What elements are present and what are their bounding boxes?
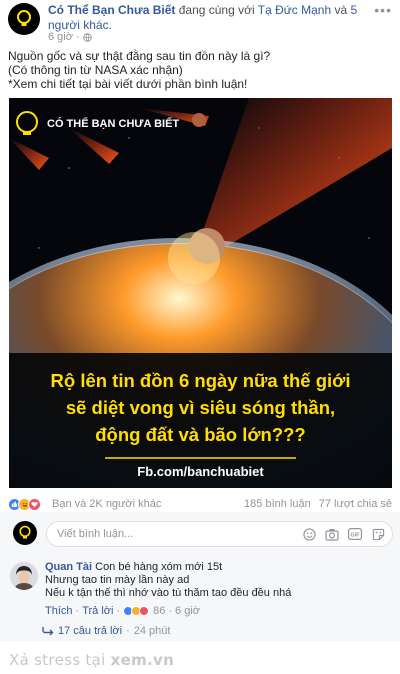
post-header-text: Có Thể Bạn Chưa Biết đang cùng với Tạ Đứ… — [48, 3, 370, 33]
comment-actions: Thích · Trả lời · 86 · 6 giờ — [45, 605, 200, 617]
person-photo-icon — [10, 562, 38, 590]
post-meta: 6 giờ · — [48, 31, 92, 43]
love-icon — [139, 606, 150, 616]
watermark: Xả stress tại xem.vn — [0, 646, 400, 674]
image-headline-line: Rộ lên tin đồn 6 ngày nữa thế giới — [51, 370, 351, 391]
replies-count[interactable]: 17 câu trả lời — [58, 625, 122, 637]
meteor-earth-illustration: CÓ THỂ BẠN CHƯA BIẾT Rộ lên tin đồn 6 ng… — [9, 98, 392, 488]
tagged-person-link[interactable]: Tạ Đức Mạnh — [258, 3, 331, 17]
watermark-text: Xả stress tại xem.vn — [9, 651, 174, 669]
view-replies-link[interactable]: 17 câu trả lời · 24 phút — [42, 625, 170, 637]
post-time[interactable]: 6 giờ — [48, 31, 73, 43]
camera-icon[interactable] — [324, 526, 340, 542]
comment-reply-button[interactable]: Trả lời — [82, 605, 113, 617]
image-headline-line: động đất và bão lớn??? — [95, 424, 305, 445]
post-text: Nguồn gốc và sự thật đằng sau tin đồn nà… — [8, 49, 393, 91]
post-stats: 185 bình luận 77 lượt chia sẻ — [244, 498, 392, 510]
image-headline-line: sẽ diệt vong vì siêu sóng thần, — [66, 397, 335, 418]
post-text-line: Nguồn gốc và sự thật đằng sau tin đồn nà… — [8, 49, 271, 63]
comment-reaction-count[interactable]: 86 — [153, 605, 165, 617]
comment-input[interactable]: Viết bình luận... GIF — [46, 521, 393, 547]
comments-count-link[interactable]: 185 bình luận — [244, 498, 311, 510]
gif-icon[interactable]: GIF — [347, 526, 363, 542]
svg-text:GIF: GIF — [350, 532, 360, 538]
sticker-icon[interactable] — [370, 526, 386, 542]
page-avatar[interactable] — [8, 3, 40, 35]
emoji-icon[interactable] — [301, 526, 317, 542]
page-name-link[interactable]: Có Thể Bạn Chưa Biết — [48, 3, 175, 17]
reaction-icons[interactable] — [8, 498, 41, 511]
composer-icons: GIF — [301, 526, 386, 542]
watermark-site: xem.vn — [110, 651, 175, 669]
lightbulb-icon — [19, 525, 31, 539]
comment-text-line: Nếu k tận thế thì nhớ vào tù thăm tao đề… — [45, 587, 292, 599]
comment-body: Quan Tài Con bé hàng xóm mới 15t Nhưng t… — [45, 561, 390, 600]
image-url-text: Fb.com/banchuabiet — [137, 464, 264, 479]
commenter-name-link[interactable]: Quan Tài — [45, 561, 92, 573]
with-text: đang cùng với — [178, 3, 255, 17]
love-icon — [28, 498, 41, 511]
image-brand-text: CÓ THỂ BẠN CHƯA BIẾT — [47, 117, 179, 130]
comment-time[interactable]: 6 giờ — [175, 605, 200, 617]
current-user-avatar[interactable] — [13, 521, 37, 545]
comment-section: Viết bình luận... GIF Quan Tài Con bé hà… — [0, 512, 400, 642]
comment-text-line: Nhưng tao tin mày lần này ad — [45, 574, 190, 586]
post-header: Có Thể Bạn Chưa Biết đang cùng với Tạ Đứ… — [0, 0, 400, 46]
comment-text-line: Con bé hàng xóm mới 15t — [95, 561, 223, 573]
post-text-line: *Xem chi tiết tại bài viết dưới phần bìn… — [8, 77, 248, 91]
and-text: và — [334, 3, 348, 17]
replies-time: 24 phút — [133, 625, 171, 637]
reactions-bar: Bạn và 2K người khác 185 bình luận 77 lư… — [0, 494, 400, 514]
watermark-prefix: Xả stress tại — [9, 651, 106, 669]
lightbulb-icon — [17, 10, 31, 26]
more-options-icon[interactable]: ••• — [374, 2, 392, 18]
globe-icon — [82, 32, 92, 42]
comment-input-placeholder: Viết bình luận... — [57, 528, 134, 540]
reply-arrow-icon — [42, 627, 54, 636]
shares-count-link[interactable]: 77 lượt chia sẻ — [319, 498, 392, 510]
reaction-count-link[interactable]: Bạn và 2K người khác — [52, 498, 161, 510]
comment-reactions[interactable] — [123, 606, 150, 616]
commenter-avatar[interactable] — [10, 562, 38, 590]
post-text-line: (Có thông tin từ NASA xác nhận) — [8, 63, 183, 77]
post-image[interactable]: CÓ THỂ BẠN CHƯA BIẾT Rộ lên tin đồn 6 ng… — [9, 98, 392, 488]
comment-like-button[interactable]: Thích — [45, 605, 73, 617]
